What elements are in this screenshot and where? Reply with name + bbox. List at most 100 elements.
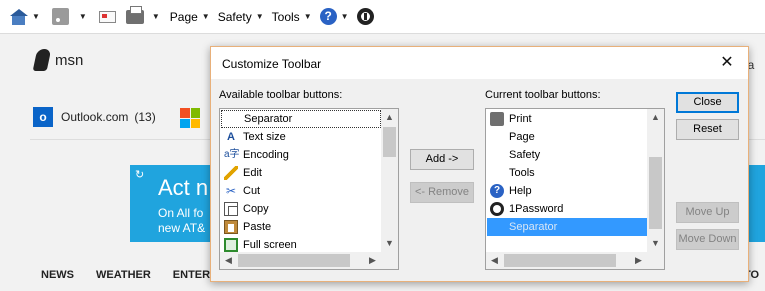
- list-item[interactable]: Copy: [221, 200, 269, 218]
- current-buttons-list[interactable]: Print Page Safety Tools ? Help 1Password…: [485, 108, 665, 270]
- page-menu-label: Page: [169, 9, 198, 24]
- horizontal-scrollbar[interactable]: ◀ ▶: [486, 252, 647, 269]
- list-item[interactable]: Tools: [487, 164, 535, 182]
- 1password-button[interactable]: [356, 8, 374, 25]
- windows-tile-green: [190, 108, 200, 118]
- scroll-right-icon[interactable]: ▶: [630, 252, 647, 269]
- dialog-titlebar[interactable]: Customize Toolbar ✕: [211, 47, 748, 79]
- list-item-label: Encoding: [243, 149, 289, 161]
- list-item[interactable]: Separator: [221, 110, 381, 128]
- print-button[interactable]: ▼: [125, 5, 160, 24]
- list-item[interactable]: Page: [487, 128, 535, 146]
- remove-button[interactable]: <- Remove: [410, 182, 474, 203]
- list-item-label: Cut: [243, 185, 261, 197]
- list-item-label: Full screen: [243, 239, 297, 251]
- list-item[interactable]: Paste: [221, 218, 271, 236]
- mail-icon: [98, 10, 116, 23]
- list-item[interactable]: A Text size: [221, 128, 286, 146]
- ad-line-1: On All fo: [158, 206, 204, 220]
- scroll-up-icon[interactable]: ▲: [381, 109, 398, 126]
- customize-toolbar-dialog: Customize Toolbar ✕ Available toolbar bu…: [210, 46, 749, 282]
- msn-logo[interactable]: msn: [32, 49, 84, 71]
- outlook-link[interactable]: o Outlook.com (13): [33, 107, 156, 127]
- full-screen-icon: [224, 238, 238, 252]
- list-item-label: Separator: [244, 113, 293, 125]
- feeds-button[interactable]: ▼: [51, 8, 87, 25]
- list-item-label: Paste: [243, 221, 272, 233]
- list-item-label: Safety: [509, 149, 541, 161]
- blank-icon: [490, 220, 504, 234]
- vertical-scrollbar[interactable]: ▲ ▼: [647, 109, 664, 252]
- horizontal-scrollbar[interactable]: ◀ ▶: [220, 252, 381, 269]
- print-icon: [490, 112, 504, 126]
- list-item[interactable]: 1Password: [487, 200, 563, 218]
- chevron-down-icon: ▼: [255, 12, 264, 21]
- scroll-thumb[interactable]: [238, 254, 350, 267]
- list-item[interactable]: Print: [487, 110, 532, 128]
- home-icon: [10, 8, 28, 25]
- scroll-down-icon[interactable]: ▼: [381, 235, 398, 252]
- refresh-icon: ↻: [135, 169, 145, 181]
- feeds-dropdown-icon[interactable]: ▼: [79, 12, 87, 21]
- add-button[interactable]: Add ->: [410, 149, 474, 170]
- msn-logo-text: msn: [55, 51, 84, 69]
- available-buttons-list[interactable]: Separator A Text size a字 Encoding Edit ✂…: [219, 108, 399, 270]
- chevron-down-icon: ▼: [201, 12, 210, 21]
- tools-menu-button[interactable]: Tools ▼: [272, 10, 312, 24]
- windows-icon[interactable]: [180, 108, 200, 128]
- windows-tile-blue: [180, 118, 190, 128]
- home-button[interactable]: ▼: [10, 8, 40, 25]
- help-icon: ?: [490, 184, 504, 198]
- nav-item-news[interactable]: NEWS: [41, 269, 74, 281]
- close-icon[interactable]: ✕: [712, 52, 742, 74]
- windows-tile-red: [180, 108, 190, 118]
- list-item[interactable]: ✂ Cut: [221, 182, 260, 200]
- print-dropdown-icon[interactable]: ▼: [152, 12, 160, 21]
- scroll-thumb[interactable]: [383, 127, 396, 157]
- move-up-button[interactable]: Move Up: [676, 202, 739, 223]
- print-icon: [125, 5, 144, 24]
- read-mail-button[interactable]: [98, 10, 116, 23]
- list-item[interactable]: a字 Encoding: [221, 146, 289, 164]
- copy-icon: [224, 202, 238, 216]
- list-item-selected[interactable]: Separator: [487, 218, 650, 236]
- list-item-label: Page: [509, 131, 535, 143]
- scroll-down-icon[interactable]: ▼: [647, 235, 664, 252]
- list-item[interactable]: Edit: [221, 164, 262, 182]
- chevron-down-icon: ▼: [340, 12, 349, 21]
- butterfly-icon: [32, 49, 52, 71]
- scroll-left-icon[interactable]: ◀: [220, 252, 237, 269]
- text-size-icon: A: [227, 131, 235, 143]
- list-item-label: Help: [509, 185, 532, 197]
- outlook-count: (13): [134, 110, 156, 124]
- scroll-thumb[interactable]: [649, 157, 662, 229]
- cut-icon: ✂: [225, 184, 237, 198]
- advertisement[interactable]: ↻ Act n On All fo new AT&: [130, 165, 212, 242]
- dialog-title: Customize Toolbar: [222, 57, 322, 71]
- paste-icon: [224, 220, 238, 234]
- tools-menu-label: Tools: [271, 9, 300, 24]
- edit-icon: [224, 166, 238, 180]
- move-down-button[interactable]: Move Down: [676, 229, 739, 250]
- help-icon: ?: [319, 8, 337, 25]
- nav-item-weather[interactable]: WEATHER: [96, 269, 151, 281]
- page-menu-button[interactable]: Page ▼: [170, 10, 210, 24]
- safety-menu-label: Safety: [217, 9, 252, 24]
- list-item[interactable]: ? Help: [487, 182, 532, 200]
- vertical-scrollbar[interactable]: ▲ ▼: [381, 109, 398, 252]
- ad-line-2: new AT&: [158, 221, 206, 235]
- scroll-left-icon[interactable]: ◀: [486, 252, 503, 269]
- scroll-up-icon[interactable]: ▲: [647, 109, 664, 126]
- scroll-right-icon[interactable]: ▶: [364, 252, 381, 269]
- reset-button[interactable]: Reset: [676, 119, 739, 140]
- home-dropdown-icon[interactable]: ▼: [32, 12, 40, 21]
- close-button[interactable]: Close: [676, 92, 739, 113]
- safety-menu-button[interactable]: Safety ▼: [218, 10, 264, 24]
- outlook-label: Outlook.com: [61, 110, 129, 124]
- help-button[interactable]: ? ▼: [319, 8, 349, 25]
- list-item-label: Separator: [509, 221, 558, 233]
- scroll-thumb[interactable]: [504, 254, 616, 267]
- available-buttons-label: Available toolbar buttons:: [219, 89, 343, 101]
- list-item-label: 1Password: [509, 203, 564, 215]
- list-item[interactable]: Safety: [487, 146, 540, 164]
